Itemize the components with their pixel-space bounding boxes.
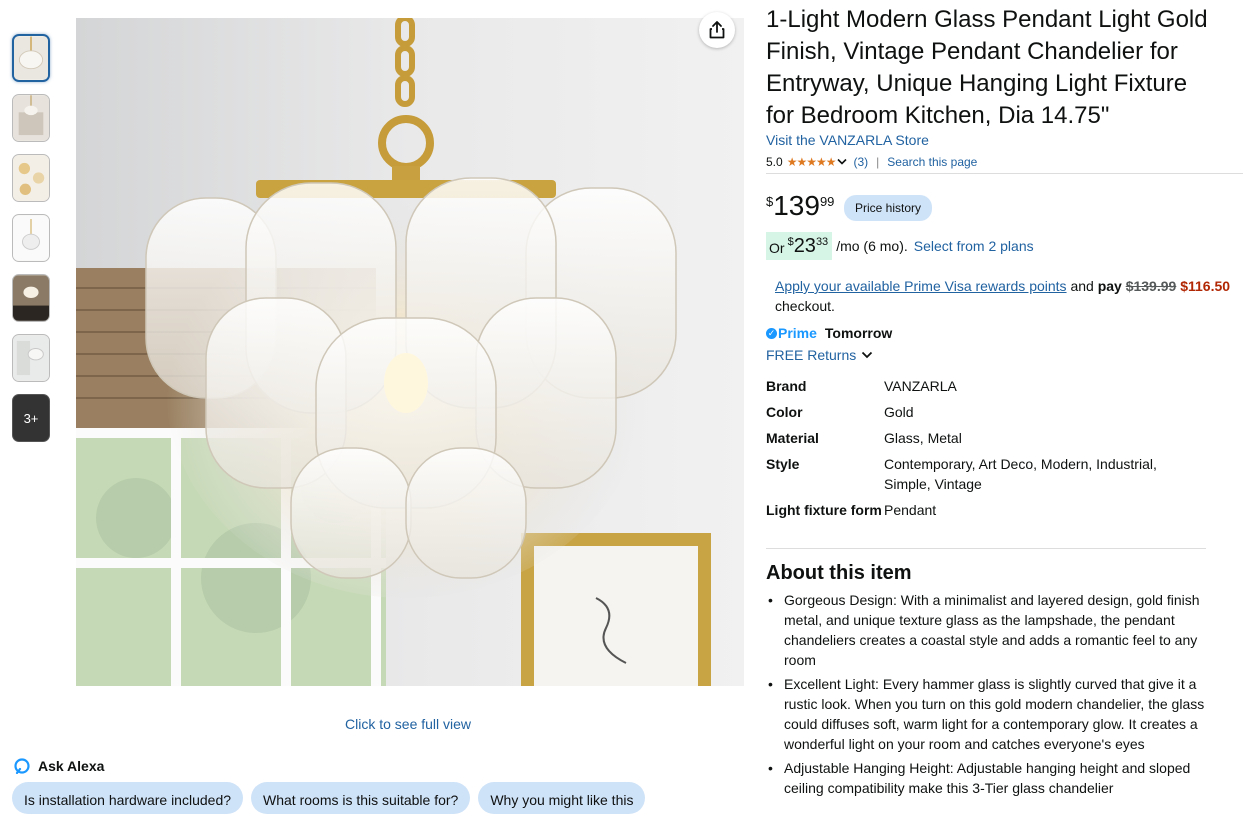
ask-alexa-header: Ask Alexa — [14, 758, 104, 774]
ratings-row: 5.0 ★★★★★ (3) | Search this page — [766, 155, 977, 169]
thumbnail-1[interactable] — [12, 34, 50, 82]
full-view-link[interactable]: Click to see full view — [345, 716, 471, 732]
rating-count-link[interactable]: (3) — [853, 155, 868, 169]
monthly-whole: 23 — [793, 235, 816, 257]
star-rating-icon[interactable]: ★★★★★ — [787, 155, 837, 169]
spec-row: Style Contemporary, Art Deco, Modern, Ind… — [766, 454, 1206, 500]
about-bullet: Excellent Light: Every hammer glass is s… — [768, 674, 1229, 754]
spec-value: Gold — [884, 404, 914, 420]
main-product-image[interactable] — [76, 18, 744, 686]
alexa-question-chips: Is installation hardware included? What … — [12, 782, 646, 814]
spec-value: VANZARLA — [884, 378, 957, 394]
price-fraction: 99 — [819, 194, 835, 209]
delivery-day: Tomorrow — [824, 325, 893, 341]
price: $ 139 99 — [766, 190, 834, 222]
prime-visa-rewards-link[interactable]: Apply your available Prime Visa rewards … — [775, 278, 1067, 294]
alexa-chip-rooms[interactable]: What rooms is this suitable for? — [251, 782, 471, 814]
spec-key: Color — [766, 404, 803, 420]
store-link[interactable]: Visit the VANZARLA Store — [766, 132, 929, 148]
price-whole: 139 — [773, 190, 820, 221]
thumbnail-3[interactable] — [12, 154, 50, 202]
more-images-button[interactable]: 3+ — [12, 394, 50, 442]
spec-row: Brand VANZARLA — [766, 376, 1206, 402]
divider-line — [766, 548, 1206, 549]
spec-row: Color Gold — [766, 402, 1206, 428]
search-page-link[interactable]: Search this page — [887, 155, 977, 169]
share-icon — [709, 21, 725, 39]
alexa-chip-installation[interactable]: Is installation hardware included? — [12, 782, 244, 814]
prime-visa-checkout: checkout. — [775, 298, 835, 314]
spec-row: Light fixture form Pendant — [766, 500, 1206, 526]
about-bullets: Gorgeous Design: With a minimalist and l… — [766, 590, 1229, 802]
share-button[interactable] — [699, 12, 735, 48]
alexa-icon — [14, 758, 30, 774]
product-specs-table: Brand VANZARLA Color Gold Material Glass, M… — [766, 376, 1206, 526]
chevron-down-icon[interactable] — [837, 158, 848, 166]
divider-line — [766, 173, 1243, 174]
spec-value: Contemporary, Art Deco, Modern, Industri… — [884, 456, 1157, 492]
divider: | — [876, 155, 880, 169]
discounted-price: $116.50 — [1180, 278, 1231, 294]
thumbnail-strip: 3+ — [12, 34, 52, 454]
monthly-or: Or — [769, 240, 785, 256]
spec-key: Style — [766, 456, 800, 472]
thumbnail-2[interactable] — [12, 94, 50, 142]
product-title: 1-Light Modern Glass Pendant Light Gold … — [766, 6, 1208, 129]
about-heading: About this item — [766, 562, 912, 584]
prime-visa-and: and — [1070, 278, 1094, 294]
rating-value: 5.0 — [766, 155, 783, 169]
price-history-button[interactable]: Price history — [844, 195, 933, 221]
free-returns-link[interactable]: FREE Returns — [766, 347, 873, 363]
prime-check-icon: ✓ — [766, 327, 777, 339]
spec-key: Material — [766, 430, 819, 446]
chevron-down-icon — [862, 351, 873, 359]
spec-row: Material Glass, Metal — [766, 428, 1206, 454]
monthly-payment-row: Or $ 23 33 /mo (6 mo). Select from 2 pla… — [766, 232, 1034, 260]
monthly-fraction: 33 — [815, 236, 829, 248]
old-price: $139.99 — [1125, 278, 1177, 294]
monthly-term: /mo (6 mo). — [836, 238, 908, 254]
prime-visa-offer: Apply your available Prime Visa rewards … — [775, 276, 1243, 316]
monthly-price-badge: Or $ 23 33 — [766, 232, 833, 260]
spec-key: Light fixture form — [766, 502, 882, 518]
thumbnail-4[interactable] — [12, 214, 50, 262]
pendant-light-photo — [76, 18, 744, 686]
thumbnail-5[interactable] — [12, 274, 50, 322]
spec-key: Brand — [766, 378, 807, 394]
delivery-info: ✓ Prime Tomorrow — [766, 325, 892, 341]
more-images-label: 3+ — [23, 410, 39, 426]
price-symbol: $ — [766, 194, 774, 209]
thumbnail-6[interactable] — [12, 334, 50, 382]
free-returns-label: FREE Returns — [766, 347, 857, 363]
alexa-chip-why-like[interactable]: Why you might like this — [478, 782, 646, 814]
prime-visa-pay: pay — [1097, 278, 1122, 294]
prime-label: Prime — [778, 325, 817, 341]
prime-badge: ✓ Prime — [766, 325, 817, 341]
spec-value: Glass, Metal — [884, 430, 962, 446]
about-bullet: Gorgeous Design: With a minimalist and l… — [768, 590, 1229, 670]
select-plans-link[interactable]: Select from 2 plans — [914, 238, 1034, 254]
about-bullet: Adjustable Hanging Height: Adjustable ha… — [768, 758, 1229, 798]
spec-value: Pendant — [884, 502, 937, 518]
ask-alexa-title: Ask Alexa — [38, 758, 105, 774]
